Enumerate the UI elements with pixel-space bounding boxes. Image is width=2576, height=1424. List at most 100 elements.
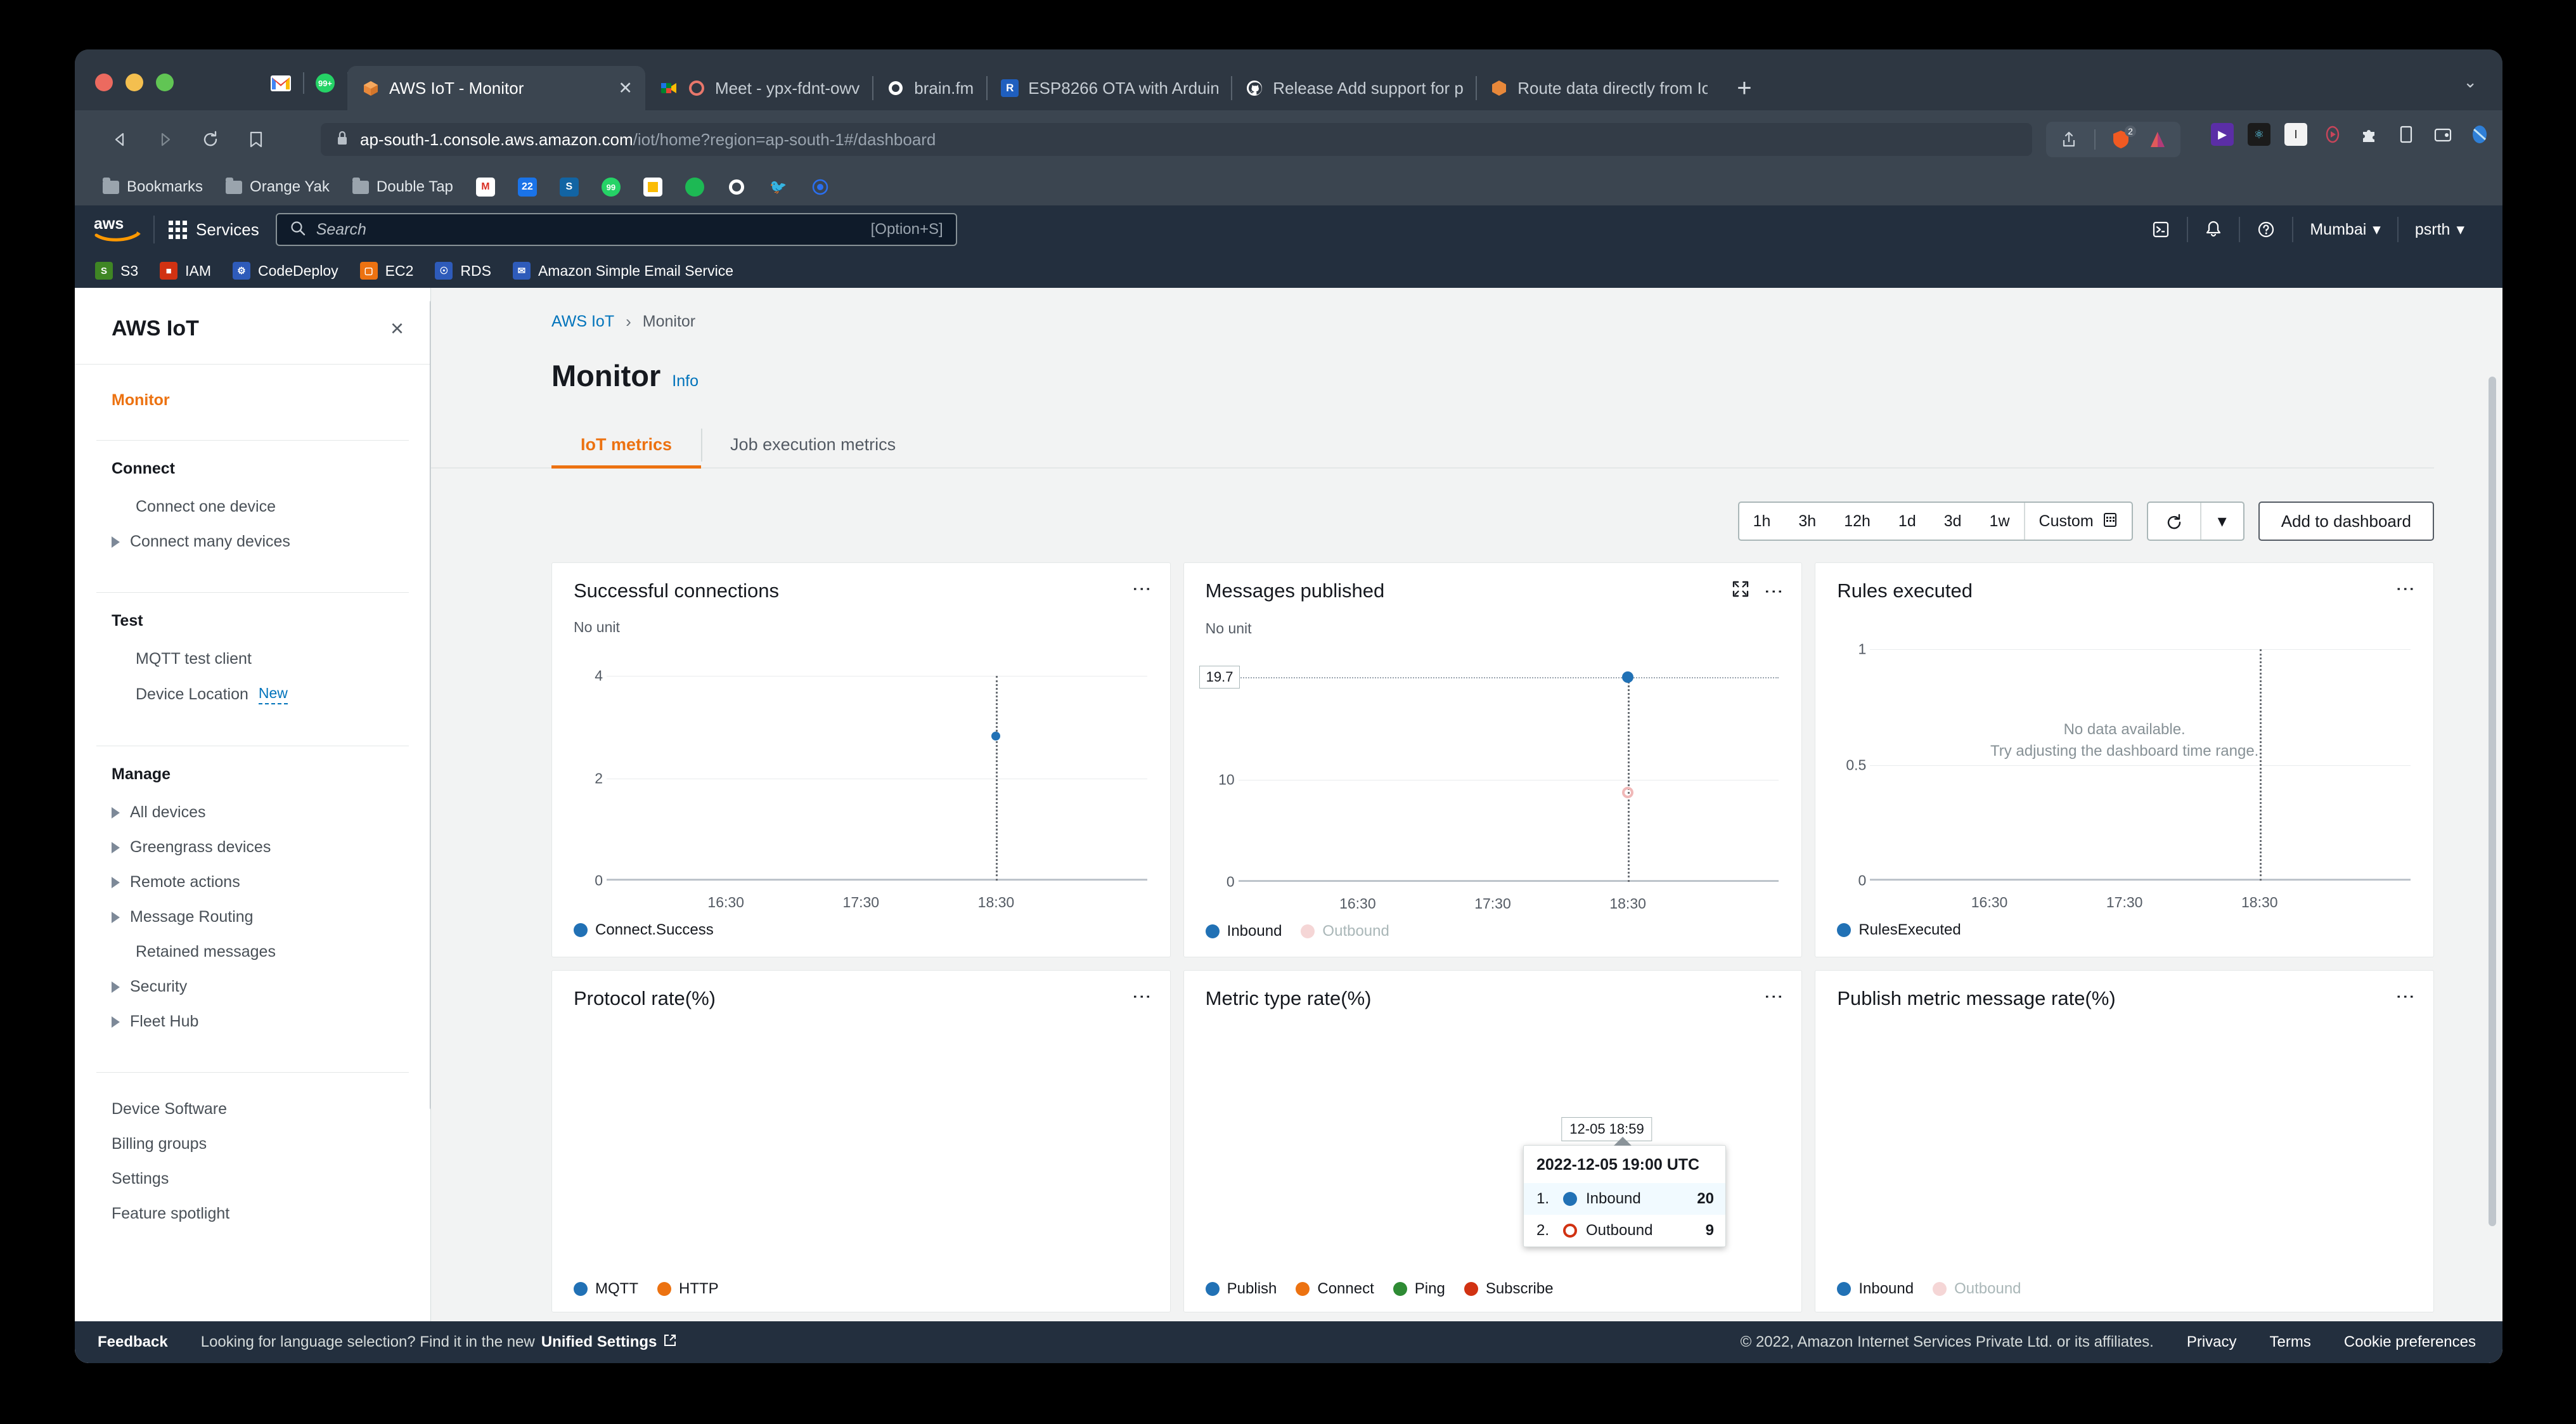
info-link[interactable]: Info — [672, 372, 699, 391]
region-selector[interactable]: Mumbai ▾ — [2293, 220, 2397, 239]
legend-item-outbound[interactable]: Outbound — [1933, 1280, 2021, 1298]
help-button[interactable] — [2240, 220, 2292, 239]
vector-extension-icon[interactable] — [2146, 128, 2169, 151]
tab-job-execution-metrics[interactable]: Job execution metrics — [701, 424, 925, 467]
terms-link[interactable]: Terms — [2270, 1333, 2311, 1351]
video-record-icon[interactable] — [2321, 123, 2344, 146]
bookmark-slack[interactable]: S — [551, 178, 588, 197]
forward-button[interactable] — [150, 124, 180, 155]
pinned-tab-whatsapp[interactable]: 99+ — [303, 67, 347, 99]
sidebar-item-security[interactable]: Security — [75, 969, 430, 1004]
sidebar-item-remote-actions[interactable]: Remote actions — [75, 865, 430, 900]
wallet-icon[interactable] — [2431, 123, 2454, 146]
account-menu[interactable]: psrth ▾ — [2399, 220, 2481, 239]
legend-item-rules-executed[interactable]: RulesExecuted — [1837, 921, 1961, 939]
sidebar-item-monitor[interactable]: Monitor — [75, 384, 430, 417]
bookmark-google-calendar[interactable]: 22 — [509, 178, 546, 197]
time-range-custom[interactable]: Custom — [2025, 512, 2132, 531]
legend-item-outbound[interactable]: Outbound — [1301, 922, 1389, 940]
bookmark-whatsapp[interactable]: 99 — [593, 178, 629, 197]
legend-item-connect-success[interactable]: Connect.Success — [574, 921, 714, 939]
browser-tab-esp8266[interactable]: R ESP8266 OTA with Arduino IDE | Ra — [986, 66, 1231, 110]
feedback-link[interactable]: Feedback — [98, 1333, 168, 1351]
kebab-menu-icon[interactable]: ⋮ — [2395, 987, 2416, 1006]
sidebar-item-device-software[interactable]: Device Software — [75, 1092, 430, 1127]
close-window-button[interactable] — [95, 74, 113, 91]
time-range-1w[interactable]: 1w — [1976, 503, 2024, 540]
sidebar-item-connect-many-devices[interactable]: Connect many devices — [75, 524, 430, 559]
close-tab-button[interactable]: ✕ — [604, 79, 633, 98]
favorite-ses[interactable]: ✉ Amazon Simple Email Service — [512, 262, 755, 280]
sidebar-item-message-routing[interactable]: Message Routing — [75, 900, 430, 935]
share-icon[interactable] — [2058, 128, 2080, 151]
aws-logo[interactable]: aws — [93, 215, 143, 244]
brave-shields-icon[interactable]: 2 — [2109, 126, 2136, 151]
legend-item-subscribe[interactable]: Subscribe — [1464, 1280, 1554, 1298]
sidebar-item-connect-one-device[interactable]: Connect one device — [75, 489, 430, 524]
bookmark-google-keep[interactable] — [634, 178, 671, 197]
bookmark-spotify[interactable] — [676, 178, 713, 197]
kebab-menu-icon[interactable]: ⋮ — [1763, 987, 1784, 1006]
back-button[interactable] — [105, 124, 136, 155]
pinned-tab-gmail[interactable] — [259, 67, 303, 99]
tab-list-chevron-icon[interactable]: ⌄ — [2463, 72, 2477, 92]
refresh-button[interactable] — [2148, 503, 2200, 540]
sidebar-item-retained-messages[interactable]: Retained messages — [75, 935, 430, 969]
privacy-link[interactable]: Privacy — [2187, 1333, 2237, 1351]
kebab-menu-icon[interactable]: ⋮ — [1131, 579, 1152, 599]
legend-item-inbound[interactable]: Inbound — [1837, 1280, 1914, 1298]
browser-tab-meet[interactable]: Meet - ypx-fdnt-owv — [645, 66, 872, 110]
react-devtools-icon[interactable]: ⚛ — [2248, 123, 2270, 146]
legend-item-publish[interactable]: Publish — [1205, 1280, 1277, 1298]
favorite-iam[interactable]: ■ IAM — [160, 262, 233, 280]
refresh-interval-dropdown[interactable]: ▾ — [2201, 503, 2243, 540]
minimize-window-button[interactable] — [126, 74, 143, 91]
bookmark-folder-orange-yak[interactable]: Orange Yak — [217, 177, 338, 196]
maximize-window-button[interactable] — [156, 74, 174, 91]
bookmark-github[interactable] — [718, 178, 755, 197]
cloudshell-button[interactable] — [2135, 220, 2187, 239]
close-sidebar-button[interactable]: × — [390, 317, 404, 340]
time-range-12h[interactable]: 12h — [1830, 503, 1884, 540]
cookie-preferences-link[interactable]: Cookie preferences — [2344, 1333, 2476, 1351]
time-range-1h[interactable]: 1h — [1739, 503, 1785, 540]
favorite-ec2[interactable]: ▢ EC2 — [359, 262, 435, 280]
legend-item-ping[interactable]: Ping — [1393, 1280, 1445, 1298]
instapaper-icon[interactable]: I — [2284, 123, 2307, 146]
sidebar-item-device-location[interactable]: Device Location New — [75, 676, 430, 713]
legend-item-connect[interactable]: Connect — [1296, 1280, 1374, 1298]
sidebar-item-all-devices[interactable]: All devices — [75, 795, 430, 830]
kebab-menu-icon[interactable]: ⋮ — [2395, 579, 2416, 599]
puzzle-extensions-icon[interactable] — [2358, 123, 2381, 146]
browser-tab-brainfm[interactable]: brain.fm — [872, 66, 986, 110]
bookmark-circle-blue[interactable] — [802, 178, 839, 197]
browser-tab-route-iot-core[interactable]: Route data directly from IoT Core to — [1476, 66, 1720, 110]
breadcrumb-link-aws-iot[interactable]: AWS IoT — [551, 313, 614, 331]
bookmark-twitter[interactable]: 🐦 — [760, 178, 797, 197]
bookmark-folder-double-tap[interactable]: Double Tap — [344, 177, 462, 196]
sidebar-item-fleet-hub[interactable]: Fleet Hub — [75, 1004, 430, 1039]
speedup-extension-icon[interactable]: ▶ — [2211, 123, 2234, 146]
favorite-codedeploy[interactable]: ⚙ CodeDeploy — [233, 262, 360, 280]
favorite-s3[interactable]: S S3 — [95, 262, 160, 280]
browser-tab-aws-iot-monitor[interactable]: AWS IoT - Monitor ✕ — [347, 66, 645, 110]
reload-button[interactable] — [195, 124, 226, 155]
legend-item-mqtt[interactable]: MQTT — [574, 1280, 638, 1298]
favorite-rds[interactable]: ☉ RDS — [435, 262, 513, 280]
grammarly-icon[interactable] — [2468, 123, 2491, 146]
services-menu[interactable]: Services — [169, 220, 259, 240]
sidebar-item-greengrass-devices[interactable]: Greengrass devices — [75, 830, 430, 865]
legend-item-http[interactable]: HTTP — [657, 1280, 719, 1298]
address-bar[interactable]: ap-south-1.console.aws.amazon.com/iot/ho… — [321, 123, 2032, 156]
notifications-button[interactable] — [2188, 220, 2239, 239]
unified-settings-link[interactable]: Unified Settings — [541, 1333, 657, 1351]
sidebar-item-settings[interactable]: Settings — [75, 1162, 430, 1196]
sidebar-item-billing-groups[interactable]: Billing groups — [75, 1127, 430, 1162]
bookmark-page-button[interactable] — [241, 124, 271, 155]
time-range-3h[interactable]: 3h — [1784, 503, 1830, 540]
time-range-1d[interactable]: 1d — [1884, 503, 1930, 540]
time-range-3d[interactable]: 3d — [1930, 503, 1976, 540]
expand-icon[interactable] — [1731, 579, 1750, 604]
kebab-menu-icon[interactable]: ⋮ — [1131, 987, 1152, 1006]
browser-tab-github-release[interactable]: Release Add support for python 3 fo — [1231, 66, 1476, 110]
